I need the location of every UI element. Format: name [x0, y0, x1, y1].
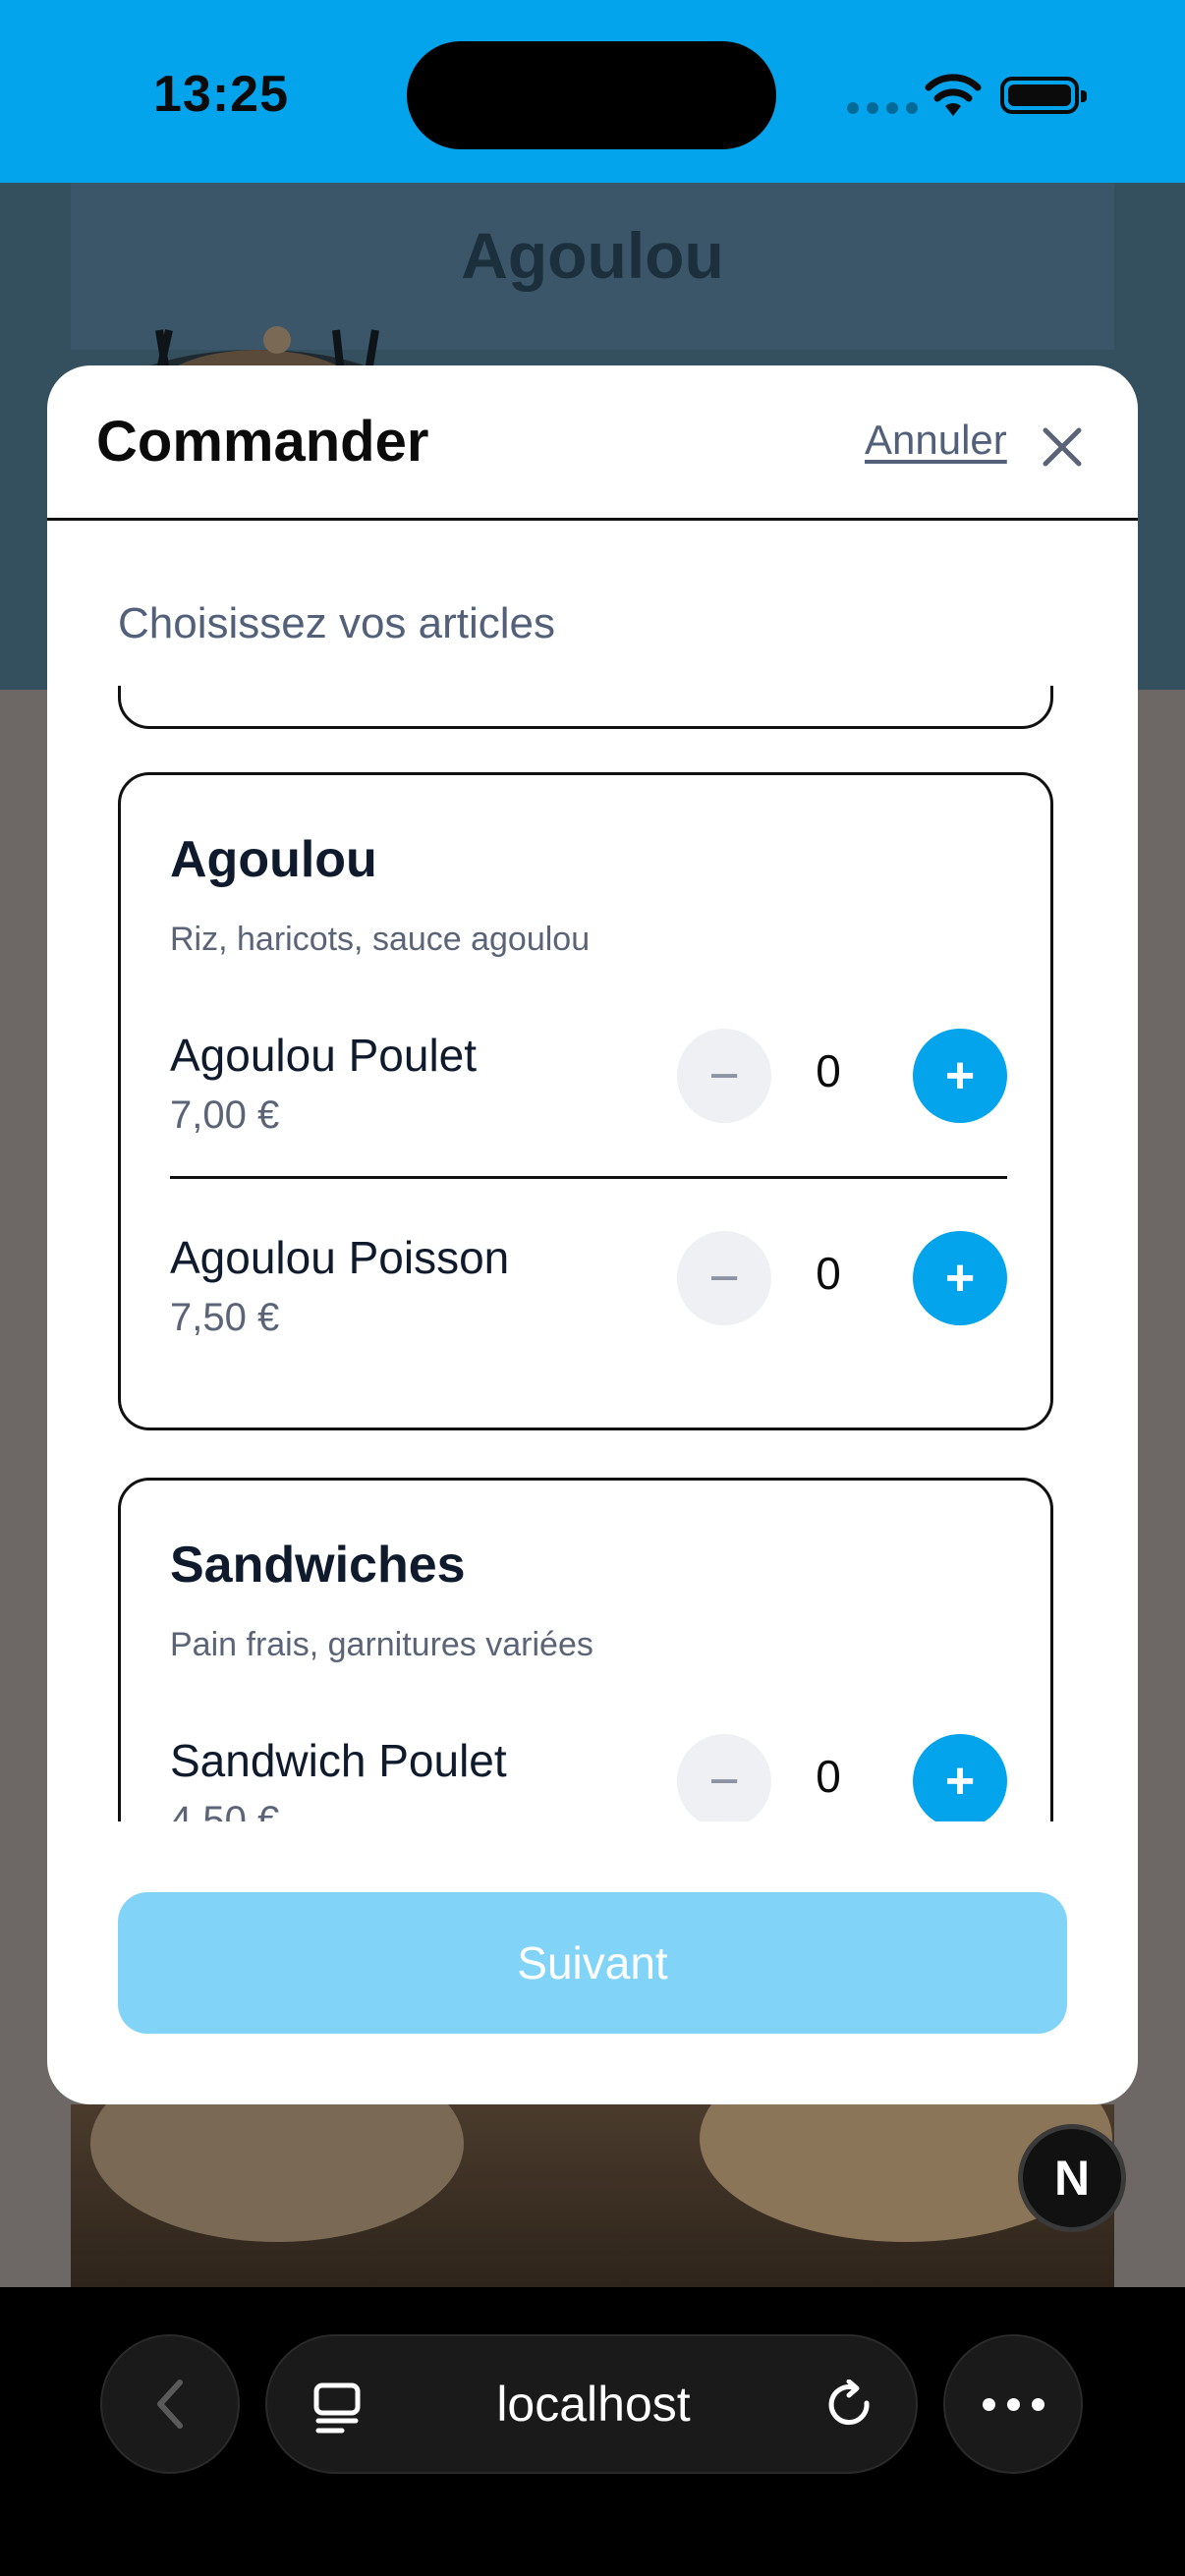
item-price: 7,00 €: [170, 1093, 280, 1137]
category-title: Sandwiches: [170, 1537, 466, 1594]
item-divider: [170, 1176, 1007, 1179]
category-card: Agoulou Riz, haricots, sauce agoulou Ago…: [118, 772, 1053, 1430]
modal-header: Commander Annuler: [47, 365, 1138, 521]
item-price: 4,50 €: [170, 1799, 280, 1821]
close-icon[interactable]: [1040, 424, 1085, 470]
dev-tools-badge[interactable]: N: [1018, 2124, 1126, 2232]
battery-icon: [1000, 77, 1087, 114]
item-name: Sandwich Poulet: [170, 1735, 507, 1786]
item-name: Agoulou Poisson: [170, 1232, 510, 1283]
menu-item: Sandwich Poulet 4,50 € − 0 +: [170, 1734, 1007, 1821]
wifi-icon: [925, 74, 982, 116]
status-bar: 13:25: [0, 0, 1185, 183]
decrease-quantity-button[interactable]: −: [677, 1231, 771, 1325]
modal-subtitle: Choisissez vos articles: [118, 599, 556, 647]
chevron-left-icon: [157, 2380, 183, 2429]
item-quantity: 0: [816, 1045, 841, 1096]
back-button[interactable]: [100, 2334, 240, 2474]
items-scroll-area[interactable]: Agoulou Riz, haricots, sauce agoulou Ago…: [47, 686, 1138, 1821]
menu-item: Agoulou Poisson 7,50 € − 0 +: [170, 1231, 1007, 1408]
decrease-quantity-button[interactable]: −: [677, 1734, 771, 1821]
increase-quantity-button[interactable]: +: [913, 1231, 1007, 1325]
menu-item: Agoulou Poulet 7,00 € − 0 +: [170, 1029, 1007, 1205]
cellular-signal-icon: [847, 102, 918, 114]
browser-toolbar: localhost: [0, 2287, 1185, 2576]
address-bar[interactable]: localhost: [265, 2334, 918, 2474]
increase-quantity-button[interactable]: +: [913, 1734, 1007, 1821]
increase-quantity-button[interactable]: +: [913, 1029, 1007, 1123]
category-description: Riz, haricots, sauce agoulou: [170, 921, 591, 958]
more-options-button[interactable]: [943, 2334, 1083, 2474]
status-time: 13:25: [153, 66, 289, 123]
next-button[interactable]: Suivant: [118, 1892, 1067, 2034]
reload-icon[interactable]: [823, 2380, 876, 2433]
dynamic-island: [407, 41, 776, 149]
previous-card-edge: [118, 686, 1053, 729]
background-food-photo: [71, 2104, 1114, 2287]
item-quantity: 0: [816, 1248, 841, 1299]
url-text: localhost: [496, 2377, 691, 2432]
category-title: Agoulou: [170, 831, 377, 888]
decrease-quantity-button[interactable]: −: [677, 1029, 771, 1123]
ellipsis-icon: [982, 2397, 995, 2411]
order-modal: Commander Annuler Choisissez vos article…: [47, 365, 1138, 2104]
cancel-link[interactable]: Annuler: [865, 417, 1007, 464]
modal-title: Commander: [96, 410, 429, 474]
item-price: 7,50 €: [170, 1296, 280, 1339]
category-description: Pain frais, garnitures variées: [170, 1626, 593, 1663]
item-quantity: 0: [816, 1751, 841, 1802]
item-name: Agoulou Poulet: [170, 1030, 478, 1081]
category-card: Sandwiches Pain frais, garnitures variée…: [118, 1478, 1053, 1821]
